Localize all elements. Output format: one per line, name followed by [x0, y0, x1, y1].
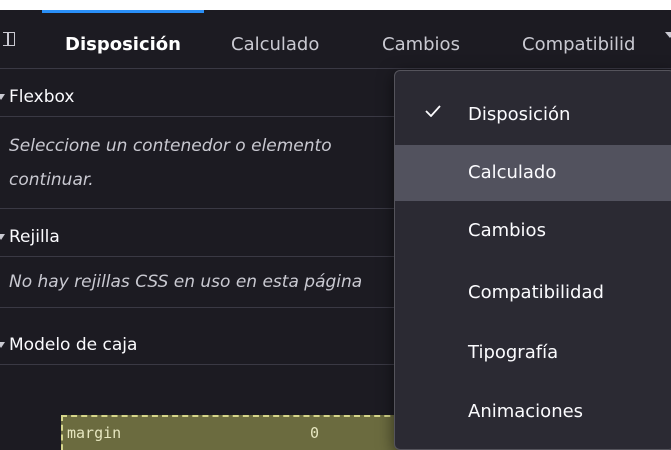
- menu-item-cambios[interactable]: Cambios: [395, 203, 671, 259]
- tab-calculado[interactable]: Calculado: [231, 10, 319, 68]
- menu-item-calculado[interactable]: Calculado: [395, 145, 671, 201]
- menu-item-label: Cambios: [468, 220, 546, 241]
- sidebar-tab-bar: Disposición Calculado Cambios Compatibil…: [0, 10, 671, 69]
- expand-arrow-icon: [0, 94, 5, 100]
- menu-item-label: Animaciones: [468, 401, 584, 422]
- grid-empty-message: No hay rejillas CSS en uso en esta págin…: [9, 272, 363, 292]
- flexbox-section-title: Flexbox: [9, 87, 75, 107]
- tab-disposicion[interactable]: Disposición: [42, 10, 204, 68]
- flexbox-empty-message-line1: Seleccione un contenedor o elemento: [9, 136, 332, 156]
- checkmark-icon: [425, 105, 441, 117]
- tabs-dropdown-menu: Disposición Calculado Cambios Compatibil…: [394, 70, 671, 450]
- expand-arrow-icon: [0, 342, 5, 348]
- tab-cambios[interactable]: Cambios: [382, 10, 460, 68]
- sidebar-toggle-icon[interactable]: [3, 32, 15, 46]
- grid-section-title: Rejilla: [9, 227, 60, 247]
- menu-item-compatibilidad[interactable]: Compatibilidad: [395, 265, 671, 321]
- tab-compatibilidad[interactable]: Compatibilid: [522, 10, 635, 68]
- tab-overflow-button[interactable]: [660, 26, 671, 50]
- menu-item-label: Compatibilidad: [468, 282, 604, 303]
- margin-top-value[interactable]: 0: [310, 424, 319, 442]
- menu-item-tipografia[interactable]: Tipografía: [395, 325, 671, 381]
- menu-item-label: Disposición: [468, 104, 571, 125]
- chevron-down-icon: [665, 32, 671, 38]
- menu-item-animaciones[interactable]: Animaciones: [395, 384, 671, 440]
- window-top-strip: [0, 0, 671, 10]
- expand-arrow-icon: [0, 234, 5, 240]
- menu-item-label: Tipografía: [468, 342, 559, 363]
- menu-item-label: Calculado: [468, 162, 557, 183]
- devtools-inspector-panel: Disposición Calculado Cambios Compatibil…: [0, 0, 671, 450]
- margin-label: margin: [67, 424, 122, 442]
- menu-item-disposicion[interactable]: Disposición: [395, 87, 671, 143]
- flexbox-empty-message-line2: continuar.: [9, 170, 94, 190]
- boxmodel-section-title: Modelo de caja: [9, 335, 138, 355]
